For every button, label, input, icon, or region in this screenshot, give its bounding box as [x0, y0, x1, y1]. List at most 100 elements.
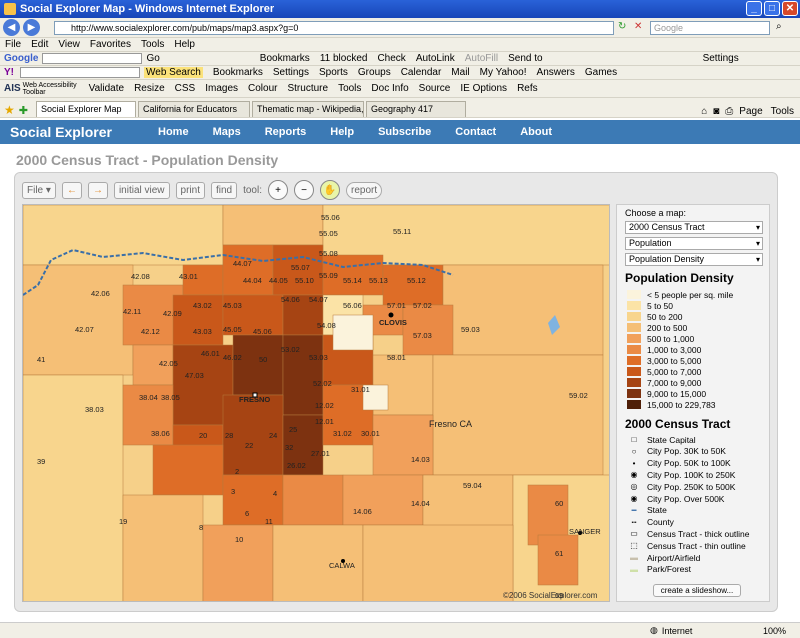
zoom-in-icon[interactable]: + [268, 180, 288, 200]
geography-select[interactable]: 2000 Census Tract [625, 221, 763, 234]
site-brand[interactable]: Social Explorer [10, 124, 140, 140]
ie-options-button[interactable]: IE Options [460, 83, 507, 94]
census-tract[interactable] [282, 474, 344, 526]
web-search-button[interactable]: Web Search [144, 67, 203, 78]
spell-check-button[interactable]: Check [377, 53, 405, 64]
yahoo-bookmarks-button[interactable]: Bookmarks [213, 67, 263, 78]
forward-icon[interactable]: ▶ [23, 19, 40, 36]
css-button[interactable]: CSS [175, 83, 196, 94]
tract-legend-row: ┅ County [627, 517, 674, 528]
doc-info-button[interactable]: Doc Info [371, 83, 408, 94]
census-tract[interactable] [442, 264, 604, 356]
report-button[interactable]: report [346, 181, 383, 199]
tab-page-button[interactable]: Page [739, 106, 762, 117]
find-button[interactable]: find [210, 181, 238, 199]
google-settings-button[interactable]: Settings [703, 53, 739, 64]
yahoo-games-button[interactable]: Games [585, 67, 617, 78]
forward-arrow-icon[interactable]: → [87, 181, 108, 199]
census-tract[interactable] [222, 244, 274, 296]
autolink-button[interactable]: AutoLink [416, 53, 455, 64]
zoom-level[interactable]: 100% [763, 626, 786, 636]
pan-hand-icon[interactable]: ✋ [320, 180, 340, 200]
back-arrow-icon[interactable]: ← [61, 181, 82, 199]
census-tract[interactable] [362, 524, 514, 602]
yahoo-settings-button[interactable]: Settings [273, 67, 309, 78]
census-tract[interactable] [432, 354, 604, 476]
nav-about[interactable]: About [508, 126, 564, 138]
menu-edit[interactable]: Edit [31, 39, 48, 50]
source-button[interactable]: Source [419, 83, 451, 94]
menu-view[interactable]: View [58, 39, 80, 50]
address-input[interactable]: http://www.socialexplorer.com/pub/maps/m… [54, 21, 614, 35]
legend-label: 7,000 to 9,000 [647, 377, 702, 388]
census-tract[interactable] [232, 334, 284, 396]
zoom-out-icon[interactable]: − [294, 180, 314, 200]
menu-file[interactable]: File [5, 39, 21, 50]
yahoo-groups-button[interactable]: Groups [358, 67, 391, 78]
feeds-icon[interactable]: ◙ [713, 106, 719, 117]
census-tract[interactable] [332, 314, 374, 351]
minimize-button[interactable]: _ [746, 1, 762, 16]
add-favorite-icon[interactable]: ✚ [19, 104, 28, 117]
census-tract[interactable] [222, 474, 284, 526]
home-icon[interactable]: ⌂ [701, 106, 707, 117]
census-tract[interactable] [222, 205, 324, 246]
refresh-icon[interactable]: ↻ [618, 21, 626, 32]
census-tract[interactable] [152, 444, 224, 496]
print-icon[interactable]: ⎙ [725, 106, 733, 117]
tab-thematic-map[interactable]: Thematic map - Wikipedia, th... [251, 101, 364, 117]
ais-tools-button[interactable]: Tools [338, 83, 361, 94]
autofill-button[interactable]: AutoFill [465, 53, 498, 64]
google-bookmarks-button[interactable]: Bookmarks [260, 53, 310, 64]
nav-subscribe[interactable]: Subscribe [366, 126, 443, 138]
google-search-input[interactable] [42, 53, 143, 64]
tab-geography-417[interactable]: Geography 417 [365, 101, 466, 117]
google-go-button[interactable]: Go [146, 53, 159, 64]
tab-social-explorer-map[interactable]: Social Explorer Map [35, 101, 136, 117]
menu-help[interactable]: Help [174, 39, 195, 50]
nav-reports[interactable]: Reports [253, 126, 319, 138]
menu-favorites[interactable]: Favorites [90, 39, 131, 50]
nav-help[interactable]: Help [318, 126, 366, 138]
print-button[interactable]: print [175, 181, 205, 199]
structure-button[interactable]: Structure [287, 83, 328, 94]
search-icon[interactable]: ⌕ [776, 21, 782, 32]
resize-button[interactable]: Resize [134, 83, 165, 94]
initial-view-button[interactable]: initial view [113, 181, 170, 199]
create-slideshow-button[interactable]: create a slideshow... [653, 584, 741, 597]
popup-blocked-button[interactable]: 11 blocked [320, 53, 368, 64]
census-tract[interactable] [372, 414, 434, 476]
refs-button[interactable]: Refs [517, 83, 538, 94]
yahoo-answers-button[interactable]: Answers [537, 67, 575, 78]
search-input[interactable]: Google [650, 21, 770, 35]
close-button[interactable]: ✕ [782, 1, 798, 16]
yahoo-mail-button[interactable]: Mail [451, 67, 469, 78]
variable-select[interactable]: Population Density [625, 253, 763, 266]
tab-tools-button[interactable]: Tools [771, 106, 794, 117]
stop-icon[interactable]: ✕ [634, 21, 642, 32]
my-yahoo-button[interactable]: My Yahoo! [480, 67, 527, 78]
yahoo-sports-button[interactable]: Sports [319, 67, 348, 78]
favorites-star-icon[interactable]: ★ [4, 103, 15, 117]
nav-home[interactable]: Home [146, 126, 201, 138]
send-to-button[interactable]: Send to [508, 53, 542, 64]
menu-tools[interactable]: Tools [141, 39, 164, 50]
back-icon[interactable]: ◀ [3, 19, 20, 36]
category-select[interactable]: Population [625, 237, 763, 250]
yahoo-search-input[interactable] [20, 67, 140, 78]
images-button[interactable]: Images [205, 83, 238, 94]
validate-button[interactable]: Validate [89, 83, 124, 94]
nav-maps[interactable]: Maps [201, 126, 253, 138]
tab-california-educators[interactable]: California for Educators [137, 101, 250, 117]
file-menu-button[interactable]: File ▾ [22, 181, 56, 199]
yahoo-calendar-button[interactable]: Calendar [401, 67, 442, 78]
choropleth-map[interactable]: FRESNO CLOVIS Fresno CA SANGER CALWA 55.… [22, 204, 610, 602]
colour-button[interactable]: Colour [248, 83, 277, 94]
census-tract[interactable] [382, 264, 444, 306]
maximize-button[interactable]: □ [764, 1, 780, 16]
census-tract[interactable] [122, 494, 204, 602]
nav-contact[interactable]: Contact [443, 126, 508, 138]
census-tract[interactable] [537, 534, 579, 586]
census-tract[interactable] [23, 374, 124, 602]
census-tract[interactable] [402, 304, 454, 356]
